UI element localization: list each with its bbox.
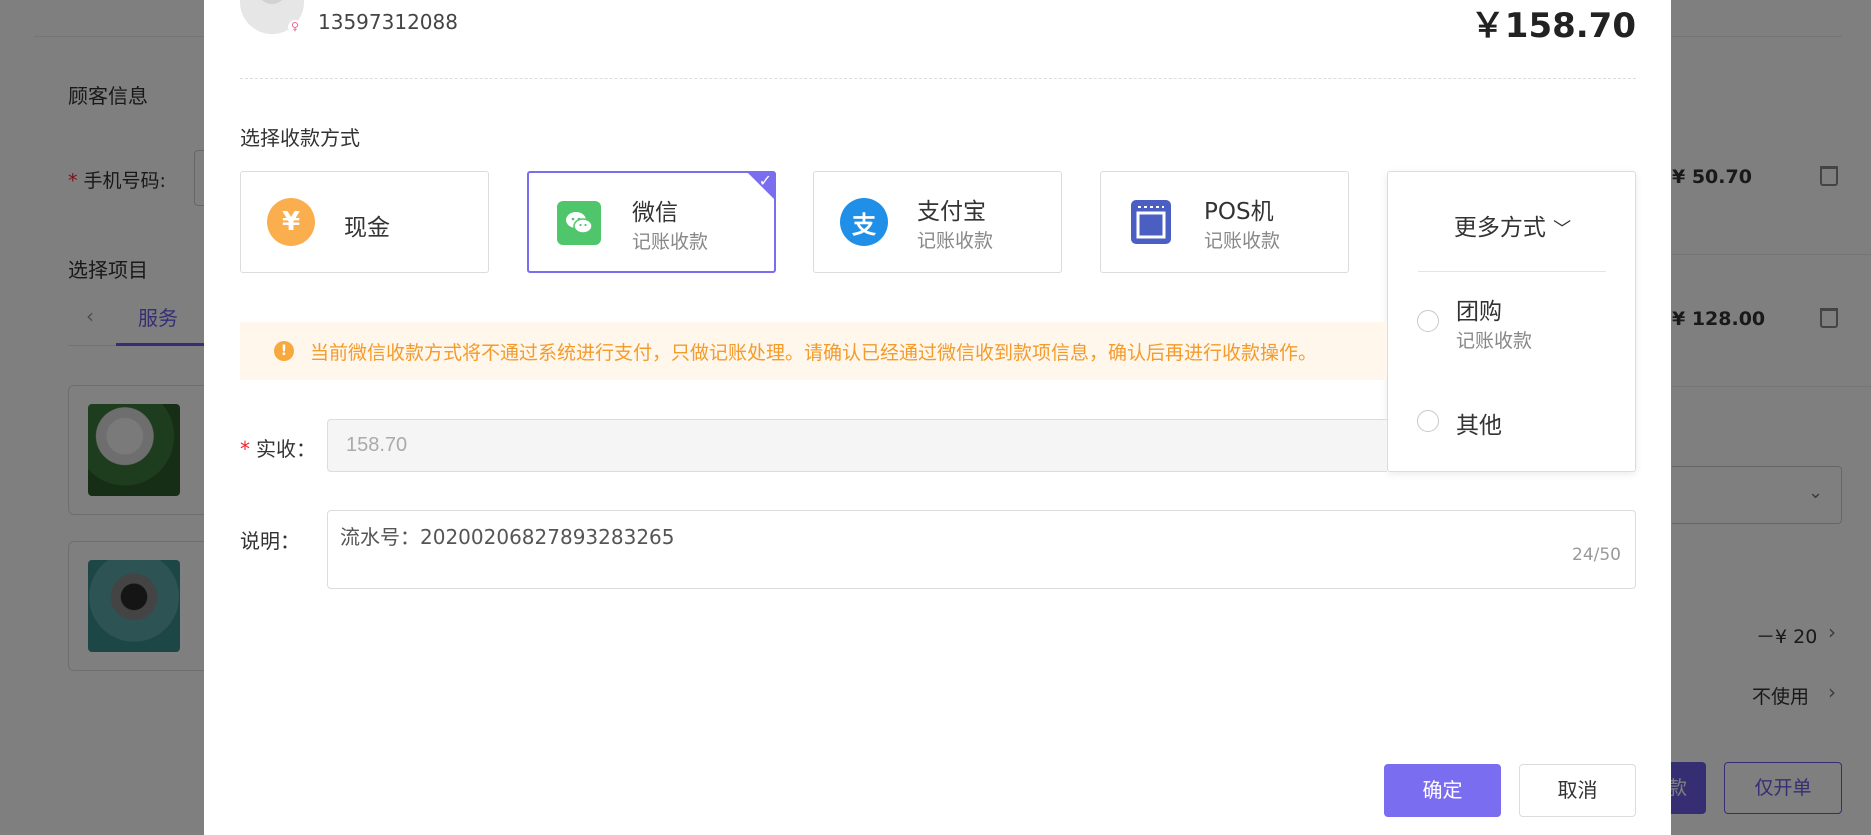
radio-group-buy[interactable] [1417,310,1439,332]
note-textarea[interactable]: 流水号：20200206827893283265 24/50 [327,510,1636,589]
radio-other[interactable] [1417,410,1439,432]
check-icon: ✓ [758,171,772,190]
pay-method-cash[interactable]: ¥ 现金 [240,171,489,273]
pay-method-sub: 记账收款 [632,231,709,253]
received-input[interactable] [327,419,1387,472]
more-methods-dropdown: 更多方式 ﹀ 团购 记账收款 其他 [1387,171,1636,472]
option-group-buy-label: 团购 [1456,299,1502,325]
customer-phone: 13597312088 [318,10,458,34]
note-char-count: 24/50 [1572,545,1621,565]
alipay-icon: 支 [840,198,888,246]
pay-method-pos[interactable]: POS机 记账收款 [1100,171,1349,273]
option-other-label: 其他 [1456,413,1502,439]
cancel-button[interactable]: 取消 [1519,764,1636,817]
pay-method-sub: 记账收款 [917,230,994,252]
pay-method-name: POS机 [1204,199,1274,225]
cash-yen-icon: ¥ [267,198,315,246]
note-label: 说明： [240,529,300,553]
gender-female-icon: ♀ [288,20,302,34]
confirm-button[interactable]: 确定 [1384,764,1501,817]
divider [240,78,1636,79]
total-amount: ￥158.70 [1470,6,1636,46]
pay-method-sub: 记账收款 [1204,230,1281,252]
info-alert: ! 当前微信收款方式将不通过系统进行支付，只做记账处理。请确认已经通过微信收到款… [240,322,1387,380]
alert-text: 当前微信收款方式将不通过系统进行支付，只做记账处理。请确认已经通过微信收到款项信… [310,342,1318,364]
note-text: 流水号：20200206827893283265 [340,525,675,549]
pos-terminal-icon [1127,198,1175,246]
pay-method-alipay[interactable]: 支 支付宝 记账收款 [813,171,1062,273]
pay-method-name: 现金 [344,215,390,241]
more-methods-toggle[interactable]: 更多方式 ﹀ [1388,208,1637,242]
pay-method-name: 支付宝 [917,199,986,225]
chevron-down-icon: ﹀ [1553,219,1572,240]
pay-method-wechat[interactable]: 微信 记账收款 ✓ [527,171,776,273]
pay-method-title: 选择收款方式 [240,126,360,150]
info-icon: ! [274,341,294,361]
received-label: * 实收： [240,437,316,461]
pay-method-name: 微信 [632,200,678,226]
wechat-icon [557,201,601,245]
option-group-buy-sub: 记账收款 [1456,330,1533,352]
divider [1418,271,1606,272]
